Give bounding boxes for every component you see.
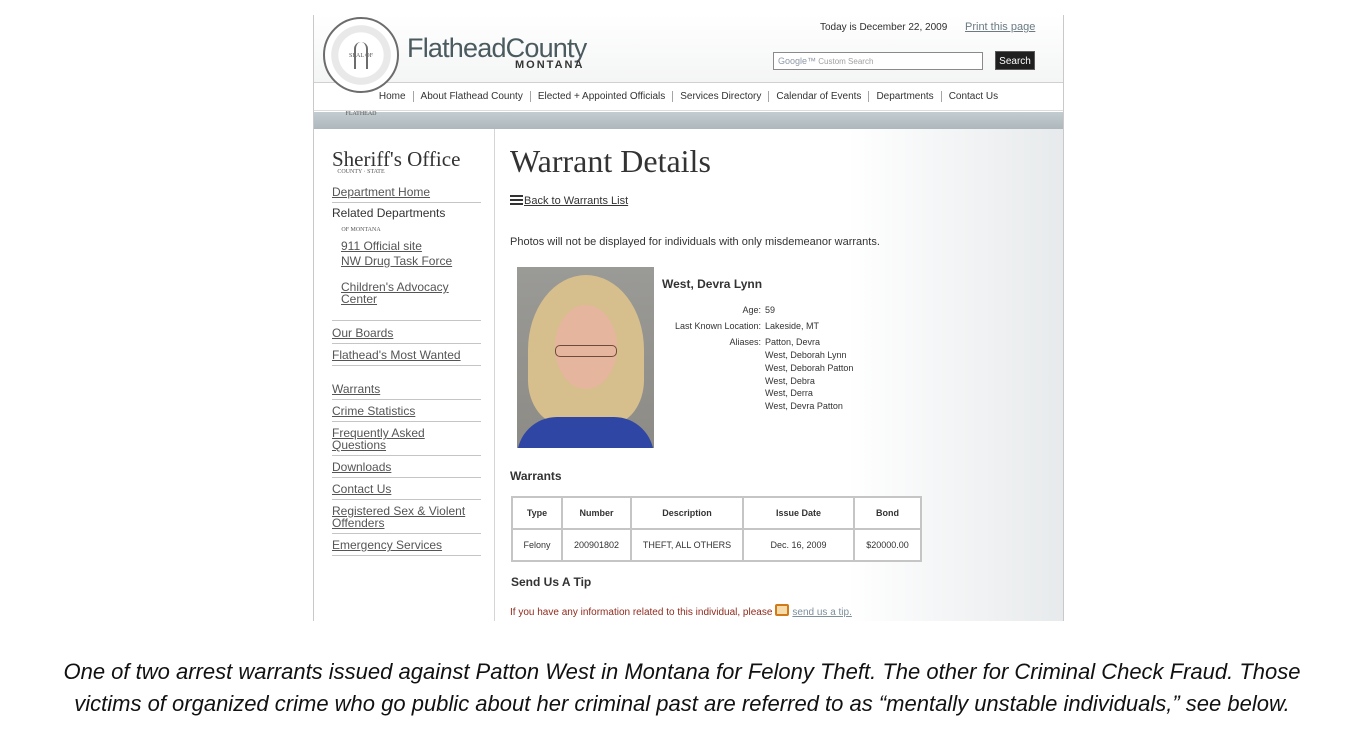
sidebar-divider xyxy=(332,320,481,321)
photo-shirt xyxy=(517,417,654,448)
photo-notice: Photos will not be displayed for individ… xyxy=(510,236,880,248)
nav-item-contact-us[interactable]: Contact Us xyxy=(942,91,1005,102)
page-title: Warrant Details xyxy=(510,143,711,179)
sidebar-item-offenders[interactable]: Registered Sex & Violent Offenders xyxy=(332,505,481,534)
sidebar-item-downloads[interactable]: Downloads xyxy=(332,461,481,478)
header-band xyxy=(314,112,1063,129)
age-value: 59 xyxy=(765,305,776,315)
table-header-description: Description xyxy=(630,496,744,530)
aliases-label: Aliases: xyxy=(729,337,761,347)
send-tip-link[interactable]: send us a tip. xyxy=(792,607,851,618)
age-label: Age: xyxy=(742,305,761,315)
nav-item-calendar[interactable]: Calendar of Events xyxy=(769,91,868,102)
table-header-type: Type xyxy=(511,496,563,530)
table-header-bond: Bond xyxy=(853,496,922,530)
sidebar-item-warrants[interactable]: Warrants xyxy=(332,383,481,400)
back-link-label[interactable]: Back to Warrants List xyxy=(524,195,628,207)
alias-item: West, Deborah Lynn xyxy=(765,350,847,360)
warrant-type-cell: Felony xyxy=(511,528,563,562)
alias-item: West, Debra xyxy=(765,376,815,386)
warrant-content: Warrant Details Back to Warrants List Ph… xyxy=(496,129,1063,621)
site-brand-state: MONTANA xyxy=(515,59,585,71)
seal-figure-icon xyxy=(354,42,368,69)
caption-line-2: victims of organized crime who go public… xyxy=(74,691,1290,716)
caption-line-1: One of two arrest warrants issued agains… xyxy=(63,659,1301,684)
alias-item: West, Deborah Patton xyxy=(765,363,854,373)
tip-message: If you have any information related to t… xyxy=(510,604,852,618)
county-seal-logo[interactable]: SEAL OF FLATHEAD COUNTY · STATE OF MONTA… xyxy=(323,17,399,233)
current-date: Today is December 22, 2009 xyxy=(820,22,948,33)
sidebar-item-childrens-advocacy-center[interactable]: Children's Advocacy Center xyxy=(341,281,471,305)
warrant-number-cell: 200901802 xyxy=(561,528,632,562)
mail-icon[interactable] xyxy=(775,604,790,616)
google-logo: Google™ xyxy=(778,56,817,66)
county-web-page: SEAL OF FLATHEAD COUNTY · STATE OF MONTA… xyxy=(313,15,1064,621)
tip-text: If you have any information related to t… xyxy=(510,607,773,618)
location-value: Lakeside, MT xyxy=(765,321,820,331)
warrant-description-cell: THEFT, ALL OTHERS xyxy=(630,528,744,562)
alias-item: West, Devra Patton xyxy=(765,401,843,411)
back-to-warrants-link[interactable]: Back to Warrants List xyxy=(510,194,628,207)
search-input[interactable]: Google™ Custom Search xyxy=(773,52,983,70)
nav-item-departments[interactable]: Departments xyxy=(869,91,940,102)
location-label: Last Known Location: xyxy=(674,321,761,331)
image-caption: One of two arrest warrants issued agains… xyxy=(0,656,1364,720)
nav-item-services-directory[interactable]: Services Directory xyxy=(673,91,768,102)
table-row: Felony 200901802 THEFT, ALL OTHERS Dec. … xyxy=(511,528,922,562)
person-photo xyxy=(517,267,654,448)
send-tip-heading: Send Us A Tip xyxy=(511,575,592,589)
sidebar-item-crime-statistics[interactable]: Crime Statistics xyxy=(332,405,481,422)
warrants-table: Type Number Description Issue Date Bond … xyxy=(511,496,922,562)
sidebar-item-most-wanted[interactable]: Flathead's Most Wanted xyxy=(332,349,481,366)
list-icon xyxy=(510,195,523,205)
alias-item: Patton, Devra xyxy=(765,337,821,347)
nav-item-officials[interactable]: Elected + Appointed Officials xyxy=(531,91,672,102)
search-button[interactable]: Search xyxy=(995,51,1035,70)
site-header: SEAL OF FLATHEAD COUNTY · STATE OF MONTA… xyxy=(314,15,1063,233)
table-header-number: Number xyxy=(561,496,632,530)
warrants-heading: Warrants xyxy=(510,469,562,483)
nav-item-about-flathead-county[interactable]: About Flathead County xyxy=(414,91,530,102)
print-page-link[interactable]: Print this page xyxy=(965,21,1035,33)
table-header-row: Type Number Description Issue Date Bond xyxy=(511,496,922,530)
sidebar-item-our-boards[interactable]: Our Boards xyxy=(332,327,481,344)
sidebar-item-contact-us[interactable]: Contact Us xyxy=(332,483,481,500)
photo-glasses xyxy=(555,345,617,357)
main-navigation: Home About Flathead County Elected + App… xyxy=(314,83,1063,111)
person-name: West, Devra Lynn xyxy=(662,277,763,291)
search-placeholder: Custom Search xyxy=(818,57,874,66)
sidebar-item-faq[interactable]: Frequently Asked Questions xyxy=(332,427,481,456)
sidebar-item-emergency-services[interactable]: Emergency Services xyxy=(332,539,481,556)
table-header-issue-date: Issue Date xyxy=(742,496,855,530)
warrant-issue-date-cell: Dec. 16, 2009 xyxy=(742,528,855,562)
alias-item: West, Derra xyxy=(765,388,813,398)
warrant-bond-cell: $20000.00 xyxy=(853,528,922,562)
